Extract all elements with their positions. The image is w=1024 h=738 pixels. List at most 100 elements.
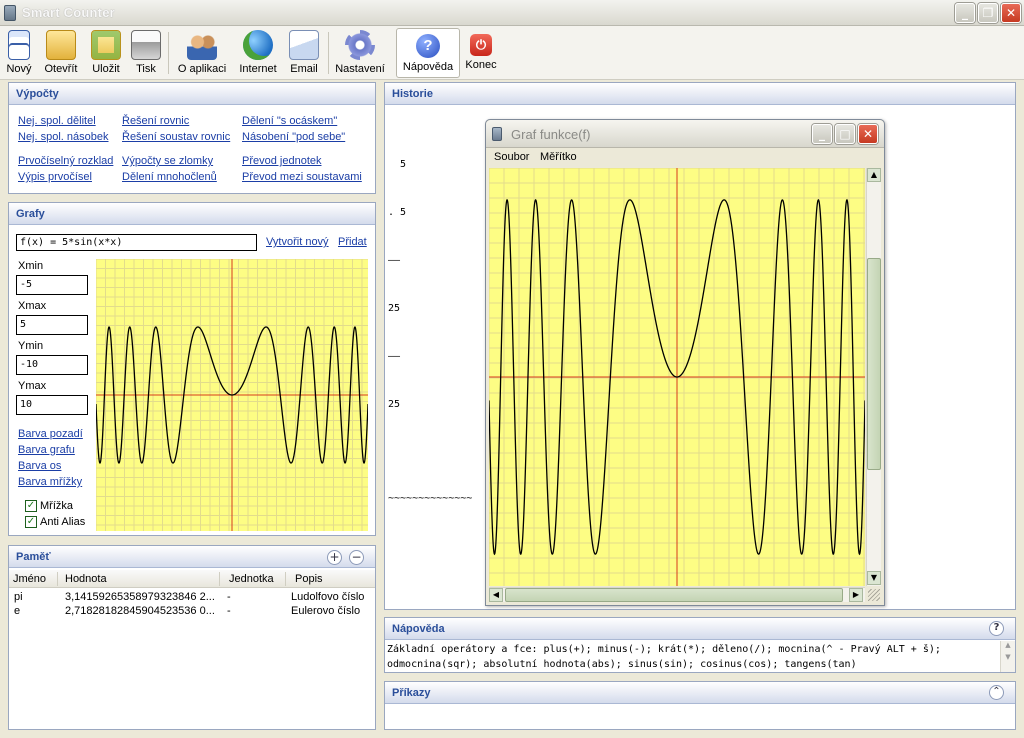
save-label: Uložit <box>92 63 120 75</box>
close-button[interactable]: ✕ <box>1001 3 1021 23</box>
ymin-input[interactable]: -10 <box>16 355 88 375</box>
link-prime-factorization[interactable]: Prvočíselný rozklad <box>18 155 113 167</box>
help-question-icon[interactable]: ? <box>989 621 1004 636</box>
link-long-multiplication[interactable]: Násobení "pod sebe" <box>242 131 345 143</box>
cell-description: Ludolfovo číslo <box>291 591 365 603</box>
email-icon <box>289 30 319 60</box>
link-list-primes[interactable]: Výpis prvočísel <box>18 171 92 183</box>
graph-color-link[interactable]: Barva grafu <box>18 444 75 456</box>
link-lcm[interactable]: Nej. spol. násobek <box>18 131 109 143</box>
function-input[interactable]: f(x) = 5*sin(x*x) <box>16 234 257 251</box>
help-icon: ? <box>416 34 440 58</box>
link-base-conversion[interactable]: Převod mezi soustavami <box>242 171 362 183</box>
collapse-chevron-icon[interactable]: ⌃ <box>989 685 1004 700</box>
email-label: Email <box>290 63 318 75</box>
link-gcd[interactable]: Nej. spol. dělitel <box>18 115 96 127</box>
help-button[interactable]: ? Nápověda <box>396 28 460 78</box>
add-memory-button[interactable]: + <box>327 550 342 565</box>
xmin-input[interactable]: -5 <box>16 275 88 295</box>
menu-meritko[interactable]: Měřítko <box>540 151 577 163</box>
grid-checkbox[interactable]: ✓ <box>25 500 37 512</box>
col-unit: Jednotka <box>229 573 274 585</box>
print-button[interactable]: Tisk <box>128 28 164 78</box>
settings-button[interactable]: Nastavení <box>332 28 388 78</box>
exit-button[interactable]: ⏻ Konec <box>462 28 500 78</box>
scroll-down-arrow-icon[interactable]: ▼ <box>1001 653 1015 661</box>
new-button[interactable]: Nový <box>2 28 36 78</box>
function-plot-preview <box>96 259 368 531</box>
resize-grip-icon[interactable] <box>868 589 880 601</box>
graph-window-title: Graf funkce(f) <box>511 127 591 142</box>
help-scrollbar[interactable]: ▲ ▼ <box>1000 641 1015 672</box>
menu-soubor[interactable]: Soubor <box>494 151 529 163</box>
open-button[interactable]: Otevřít <box>40 28 82 78</box>
about-button[interactable]: O aplikaci <box>173 28 231 78</box>
link-equations[interactable]: Řešení rovnic <box>122 115 189 127</box>
ymin-label: Ymin <box>18 340 44 352</box>
link-unit-conversion[interactable]: Převod jednotek <box>242 155 322 167</box>
restore-button[interactable]: ❐ <box>978 3 998 23</box>
grid-color-link[interactable]: Barva mřížky <box>18 476 82 488</box>
table-row[interactable]: e 2,71828182845904523536 0... - Eulerovo… <box>9 604 375 618</box>
link-fractions[interactable]: Výpočty se zlomky <box>122 155 213 167</box>
xmin-label: Xmin <box>18 260 44 272</box>
cell-unit: - <box>227 605 231 617</box>
ymax-input[interactable]: 10 <box>16 395 88 415</box>
scroll-left-arrow-icon[interactable]: ◀ <box>489 588 503 602</box>
help-label: Nápověda <box>402 61 454 73</box>
ymax-label: Ymax <box>18 380 47 392</box>
app-icon <box>4 5 16 21</box>
prikazy-panel: Příkazy ⌃ <box>384 681 1016 730</box>
email-button[interactable]: Email <box>285 28 323 78</box>
link-polynomial-division[interactable]: Dělení mnohočlenů <box>122 171 217 183</box>
open-label: Otevřít <box>44 63 78 75</box>
link-division-remainder[interactable]: Dělení "s ocáskem" <box>242 115 337 127</box>
function-plot-large <box>489 168 865 586</box>
col-description: Popis <box>295 573 323 585</box>
new-label: Nový <box>6 63 32 75</box>
create-new-link[interactable]: Vytvořit nový <box>266 236 329 248</box>
antialias-checkbox[interactable]: ✓ <box>25 516 37 528</box>
remove-memory-button[interactable]: − <box>349 550 364 565</box>
graph-close-button[interactable]: ✕ <box>858 124 878 144</box>
save-button[interactable]: Uložit <box>88 28 124 78</box>
toolbar: Nový Otevřít Uložit Tisk O aplikaci Inte… <box>0 26 1024 80</box>
horizontal-scrollbar[interactable]: ◀ ▶ <box>489 587 865 602</box>
about-label: O aplikaci <box>177 63 227 75</box>
axis-color-link[interactable]: Barva os <box>18 460 61 472</box>
graph-maximize-button[interactable]: □ <box>835 124 855 144</box>
scroll-up-arrow-icon[interactable]: ▲ <box>1001 641 1015 649</box>
graph-minimize-button[interactable]: _ <box>812 124 832 144</box>
history-line: 25 <box>388 399 401 410</box>
printer-icon <box>131 30 161 60</box>
history-line: 5 <box>388 159 407 170</box>
bg-color-link[interactable]: Barva pozadí <box>18 428 83 440</box>
table-row[interactable]: pi 3,14159265358979323846 2... - Ludolfo… <box>9 590 375 604</box>
minimize-button[interactable]: _ <box>955 3 975 23</box>
scroll-right-arrow-icon[interactable]: ▶ <box>849 588 863 602</box>
graph-window: Graf funkce(f) _ □ ✕ Soubor Měřítko ▲ ▼ … <box>485 119 885 606</box>
pamet-panel: Paměť + − Jméno Hodnota Jednotka Popis p… <box>8 545 376 730</box>
cell-description: Eulerovo číslo <box>291 605 361 617</box>
grid-checkbox-label: Mřížka <box>40 500 73 512</box>
open-folder-icon <box>46 30 76 60</box>
grafy-title: Grafy <box>9 203 375 225</box>
print-label: Tisk <box>136 63 156 75</box>
antialias-checkbox-label: Anti Alias <box>40 516 86 528</box>
vertical-scroll-thumb[interactable] <box>867 258 881 470</box>
cell-value: 3,14159265358979323846 2... <box>65 591 215 603</box>
prikazy-title: Příkazy <box>385 682 1015 704</box>
history-line: ~~~~~~~~~~~~~~ <box>388 493 473 504</box>
cell-unit: - <box>227 591 231 603</box>
internet-button[interactable]: Internet <box>236 28 280 78</box>
xmax-input[interactable]: 5 <box>16 315 88 335</box>
horizontal-scroll-thumb[interactable] <box>505 588 843 602</box>
add-link[interactable]: Přidat <box>338 236 367 248</box>
scroll-down-arrow-icon[interactable]: ▼ <box>867 571 881 585</box>
vertical-scrollbar[interactable]: ▲ ▼ <box>866 168 881 586</box>
grafy-panel: Grafy f(x) = 5*sin(x*x) Vytvořit nový Př… <box>8 202 376 536</box>
scroll-up-arrow-icon[interactable]: ▲ <box>867 168 881 182</box>
graph-window-titlebar[interactable]: Graf funkce(f) _ □ ✕ <box>486 120 884 148</box>
link-equation-systems[interactable]: Řešení soustav rovnic <box>122 131 230 143</box>
users-icon <box>187 30 217 60</box>
